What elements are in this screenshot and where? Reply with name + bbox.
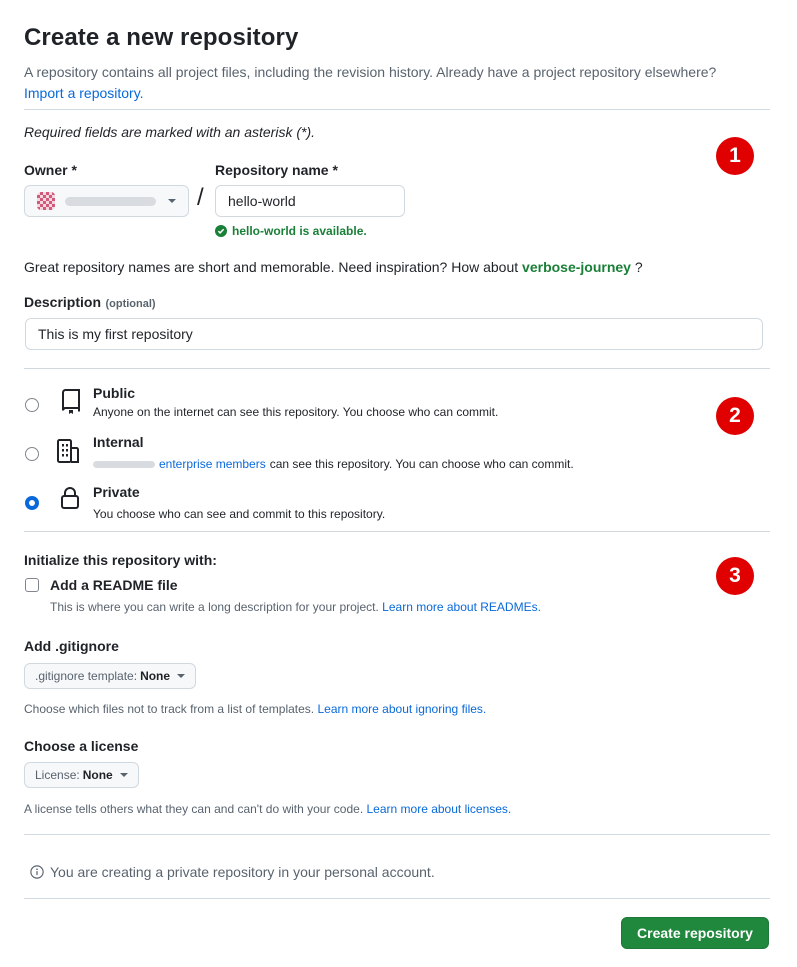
divider <box>24 531 770 532</box>
create-repository-button[interactable]: Create repository <box>621 917 769 949</box>
license-select-value: None <box>82 768 113 782</box>
license-description: A license tells others what they can and… <box>24 802 364 816</box>
owner-name-redacted <box>64 196 156 206</box>
divider <box>24 368 770 369</box>
optional-text: (optional) <box>105 298 156 310</box>
visibility-public-radio[interactable] <box>25 398 39 412</box>
import-repository-link[interactable]: Import a repository. <box>24 85 144 101</box>
divider <box>24 834 770 835</box>
info-icon <box>30 865 44 879</box>
avatar <box>37 192 55 210</box>
repo-name-value: hello-world <box>228 193 296 209</box>
owner-repo-separator: / <box>197 184 204 211</box>
notice-text: You are creating a private repository in… <box>50 864 435 880</box>
owner-select[interactable] <box>24 185 189 217</box>
intro-text: A repository contains all project files,… <box>24 64 717 80</box>
divider <box>24 898 770 899</box>
public-description: Anyone on the internet can see this repo… <box>93 405 499 419</box>
description-label: Description (optional) <box>24 294 156 312</box>
inspiration-message: Great repository names are short and mem… <box>24 259 519 275</box>
gitignore-heading: Add .gitignore <box>24 638 119 654</box>
owner-label: Owner * <box>24 162 77 178</box>
public-title: Public <box>93 385 136 401</box>
annotation-marker-2: 2 <box>716 397 754 435</box>
inspiration-text: Great repository names are short and mem… <box>24 259 643 275</box>
license-help: A license tells others what they can and… <box>24 802 511 816</box>
repo-name-label: Repository name * <box>215 162 338 178</box>
license-learn-more-link[interactable]: Learn more about licenses. <box>367 802 512 816</box>
license-heading: Choose a license <box>24 738 139 754</box>
chevron-down-icon <box>177 674 186 678</box>
gitignore-learn-more-link[interactable]: Learn more about ignoring files. <box>317 702 486 716</box>
gitignore-help: Choose which files not to track from a l… <box>24 702 486 716</box>
description-label-text: Description <box>24 294 102 310</box>
internal-description-text: can see this repository. You can choose … <box>269 457 574 471</box>
enterprise-name-redacted <box>93 460 155 468</box>
organization-icon <box>57 439 79 463</box>
visibility-internal-radio[interactable] <box>25 447 39 461</box>
annotation-marker-1: 1 <box>716 137 754 175</box>
repo-name-input[interactable]: hello-world <box>215 185 405 217</box>
annotation-marker-3: 3 <box>716 557 754 595</box>
page-intro: A repository contains all project files,… <box>24 62 744 104</box>
page-title: Create a new repository <box>24 24 299 51</box>
gitignore-select-value: None <box>140 669 171 683</box>
license-select[interactable]: License: None <box>24 762 139 788</box>
enterprise-members-link[interactable]: enterprise members <box>159 457 266 471</box>
gitignore-description: Choose which files not to track from a l… <box>24 702 315 716</box>
license-select-prefix: License: <box>35 768 80 782</box>
description-value: This is my first repository <box>38 326 193 342</box>
chevron-down-icon <box>119 773 128 777</box>
initialize-heading: Initialize this repository with: <box>24 552 217 568</box>
gitignore-template-select[interactable]: .gitignore template: None <box>24 663 197 689</box>
readme-description: This is where you can write a long descr… <box>50 600 379 614</box>
private-notice: You are creating a private repository in… <box>30 864 435 880</box>
visibility-private-radio[interactable] <box>25 496 39 510</box>
private-title: Private <box>93 484 140 500</box>
chevron-down-icon <box>168 199 176 203</box>
inspiration-end: ? <box>634 259 643 275</box>
availability-text: hello-world is available. <box>232 224 367 238</box>
internal-title: Internal <box>93 434 144 450</box>
divider <box>24 109 770 110</box>
lock-icon <box>61 487 79 509</box>
private-description: You choose who can see and commit to thi… <box>93 507 386 521</box>
readme-label: Add a README file <box>50 577 178 593</box>
readme-learn-more-link[interactable]: Learn more about READMEs. <box>382 600 541 614</box>
repo-icon <box>62 389 80 414</box>
required-note: Required fields are marked with an aster… <box>24 124 316 140</box>
internal-description: enterprise members can see this reposito… <box>93 457 574 471</box>
description-input[interactable]: This is my first repository <box>25 318 763 350</box>
availability-status: hello-world is available. <box>215 224 367 238</box>
readme-help: This is where you can write a long descr… <box>50 600 541 614</box>
check-circle-icon <box>215 225 227 237</box>
readme-checkbox[interactable] <box>25 578 39 592</box>
suggested-name[interactable]: verbose-journey <box>522 259 631 275</box>
gitignore-select-prefix: .gitignore template: <box>35 669 138 683</box>
